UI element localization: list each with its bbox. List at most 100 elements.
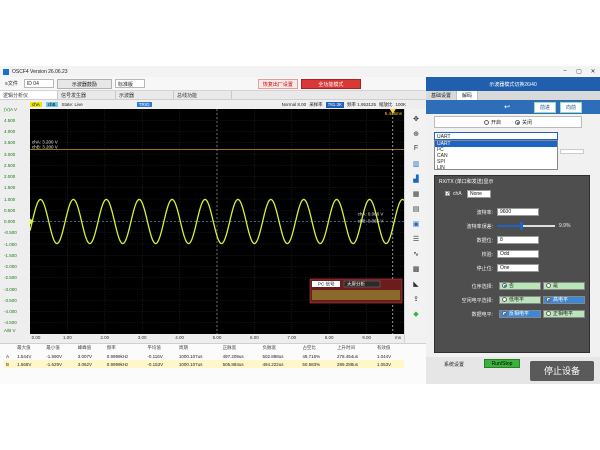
- x-tick-label: 3.00: [137, 335, 147, 340]
- font-icon[interactable]: F: [410, 143, 422, 154]
- toolbar: ≡文件 ID 04 示波器鼓励 标准版 恢复出厂设置 全功能模式: [0, 77, 426, 91]
- threshold-thumb[interactable]: [520, 222, 523, 230]
- stats-icon[interactable]: ▟: [410, 173, 422, 184]
- stop-device-button[interactable]: 停止设备: [530, 361, 594, 381]
- tab-bus[interactable]: 总线功能: [174, 91, 232, 99]
- channel-select[interactable]: None: [467, 190, 491, 198]
- restore-button[interactable]: 恢复出厂设置: [257, 78, 298, 89]
- mode-switch-header[interactable]: 示波器模式切换26/40: [426, 77, 600, 91]
- back-arrow-icon[interactable]: ↩: [504, 103, 510, 111]
- channel-a-badge[interactable]: chA: [30, 102, 42, 107]
- calc-icon[interactable]: ▦: [410, 188, 422, 199]
- trigger-badge[interactable]: TRIG: [136, 102, 152, 107]
- bit-order-label: 位序选择:: [471, 284, 493, 290]
- maximize-icon[interactable]: ▢: [572, 68, 586, 75]
- polarity-label: 数据电平:: [471, 312, 493, 318]
- main-tabs: 逻辑分析仪 信号发生器 示波器 总线功能: [0, 91, 426, 100]
- channel-b-badge[interactable]: chB: [45, 102, 58, 107]
- measurement-cell: 0.9999kHz: [104, 360, 146, 368]
- cross-arrows-icon[interactable]: ✥: [410, 113, 422, 124]
- device-select[interactable]: ID 04: [23, 79, 54, 88]
- polarity-inverted-option[interactable]: 反相电平: [499, 310, 541, 318]
- enable-off-radio[interactable]: 关闭: [515, 119, 532, 126]
- zoom-label: 缩放比: [378, 101, 393, 107]
- measurement-cell: 50.583%: [300, 360, 335, 368]
- data-bits-select[interactable]: 8: [497, 236, 539, 244]
- right-a-readout: chA: 0.066 V: [358, 212, 384, 217]
- x-tick-label: 6.00: [250, 335, 259, 340]
- scope-button[interactable]: 示波器鼓励: [56, 78, 112, 89]
- y-tick-label: 1.500: [4, 185, 16, 191]
- tab-basic-settings[interactable]: 基础设置: [426, 91, 458, 100]
- time-offset-readout: 5.446ms: [385, 111, 403, 116]
- polarity-inverted-label: 反相电平: [509, 311, 530, 317]
- zoom-in-icon[interactable]: ⊕: [410, 128, 422, 139]
- polarity-row: 数据电平: 反相电平 正相电平: [435, 308, 591, 320]
- cursor-b-readout: chB: 3.200 V: [32, 145, 58, 150]
- waveform-chart[interactable]: chA: 3.200 VchB: 3.200 VchA: 0.066 VchB:…: [29, 109, 405, 334]
- bit-order-no-label: 否: [509, 283, 515, 289]
- y-tick-label: 3.000: [4, 151, 16, 157]
- close-icon[interactable]: ✕: [586, 68, 600, 75]
- next-button[interactable]: 向前: [559, 101, 582, 113]
- polarity-normal-option[interactable]: 正相电平: [543, 310, 585, 318]
- measurement-cell: 502.898us: [262, 353, 284, 359]
- bit-order-no-option[interactable]: 否: [499, 282, 541, 290]
- measurement-cell: B: [4, 360, 16, 368]
- mode-switch-title: 示波器模式切换26/40: [489, 81, 537, 88]
- y-tick-label: -1.000: [4, 241, 17, 247]
- stop-bits-select[interactable]: One: [497, 264, 539, 272]
- grid-icon[interactable]: ▩: [410, 263, 422, 274]
- threshold-value: 9.9%: [559, 223, 571, 229]
- tab-signal-generator[interactable]: 信号发生器: [58, 91, 116, 99]
- y-tick-label: 0.500: [4, 207, 16, 213]
- file-menu[interactable]: ≡文件: [2, 80, 21, 87]
- x-axis: 0.00 1.00 2.00 3.00 4.00 5.00 6.00 7.00 8.00 9.00…: [30, 334, 404, 343]
- system-settings-button[interactable]: 系统设置: [444, 361, 464, 368]
- protocol-dropdown-list: UART I²C CAN SPI LIN: [434, 140, 558, 171]
- enable-on-radio[interactable]: 开启: [483, 119, 501, 126]
- tab-logic-analyzer[interactable]: 逻辑分析仪: [0, 91, 58, 99]
- bit-order-yes-option[interactable]: 是: [543, 282, 585, 290]
- list-icon[interactable]: ☰: [410, 233, 422, 244]
- protocol-option[interactable]: LIN: [435, 165, 557, 171]
- stop-bits-label: 停止位:: [476, 266, 493, 272]
- idle-high-label: 高电平: [553, 297, 569, 303]
- wave-icon[interactable]: ∿: [410, 248, 422, 259]
- tag-icon[interactable]: ◆: [410, 308, 422, 319]
- standard-select[interactable]: 标准版: [114, 79, 145, 88]
- forward-button[interactable]: 前进: [533, 101, 556, 113]
- run-stop-button[interactable]: Run/Stop: [484, 359, 520, 368]
- radio-on-icon: [502, 311, 507, 317]
- idle-low-option[interactable]: 低电平: [499, 296, 541, 304]
- y-tick-label: 2.500: [4, 162, 16, 168]
- oscilloscope-window: OSCF4 Version 26.06.23 – ▢ ✕ ≡文件 ID 04 示…: [0, 66, 600, 384]
- tab-decode[interactable]: 解码: [457, 91, 479, 100]
- measurement-header: 频率: [106, 345, 116, 350]
- bars-icon[interactable]: ▥: [410, 158, 422, 169]
- measurement-cell: 3.007V: [77, 353, 92, 359]
- threshold-slider[interactable]: [497, 222, 555, 230]
- tab-oscilloscope[interactable]: 示波器: [116, 91, 174, 99]
- channel-checkbox[interactable]: ✓: [445, 191, 450, 197]
- scope-plot[interactable]: chA: 3.200 VchB: 3.200 VchA: 0.066 VchB:…: [29, 109, 405, 334]
- y-axis-unit-top: (V)A V: [4, 107, 18, 112]
- ruler-icon[interactable]: ▤: [410, 203, 422, 214]
- decode-panel: 基础设置 解码 ↩ 前进 向前 开启 关闭 UART UART I²C CAN SPI…: [426, 91, 600, 384]
- triangle-icon[interactable]: ◣: [410, 278, 422, 289]
- measurement-cell: -0.116V: [147, 353, 163, 359]
- quick-mode-button[interactable]: 全功能模式: [300, 78, 361, 89]
- export-icon[interactable]: ⇪: [410, 293, 422, 304]
- channel-row: ✓ chA None: [435, 188, 591, 200]
- panel-tabs: 基础设置 解码: [426, 91, 600, 100]
- radio-on-icon: [515, 119, 520, 125]
- protocol-select[interactable]: UART: [434, 132, 558, 140]
- parity-select[interactable]: Odd: [497, 250, 539, 258]
- measurement-header: 周期: [178, 345, 188, 350]
- baud-input[interactable]: 9600: [497, 208, 539, 216]
- minimize-icon[interactable]: –: [558, 68, 572, 75]
- save-icon[interactable]: ▣: [410, 218, 422, 229]
- measurement-cell: -1.590V: [46, 353, 62, 359]
- radio-off-icon: [483, 119, 489, 125]
- idle-high-option[interactable]: 高电平: [543, 296, 585, 304]
